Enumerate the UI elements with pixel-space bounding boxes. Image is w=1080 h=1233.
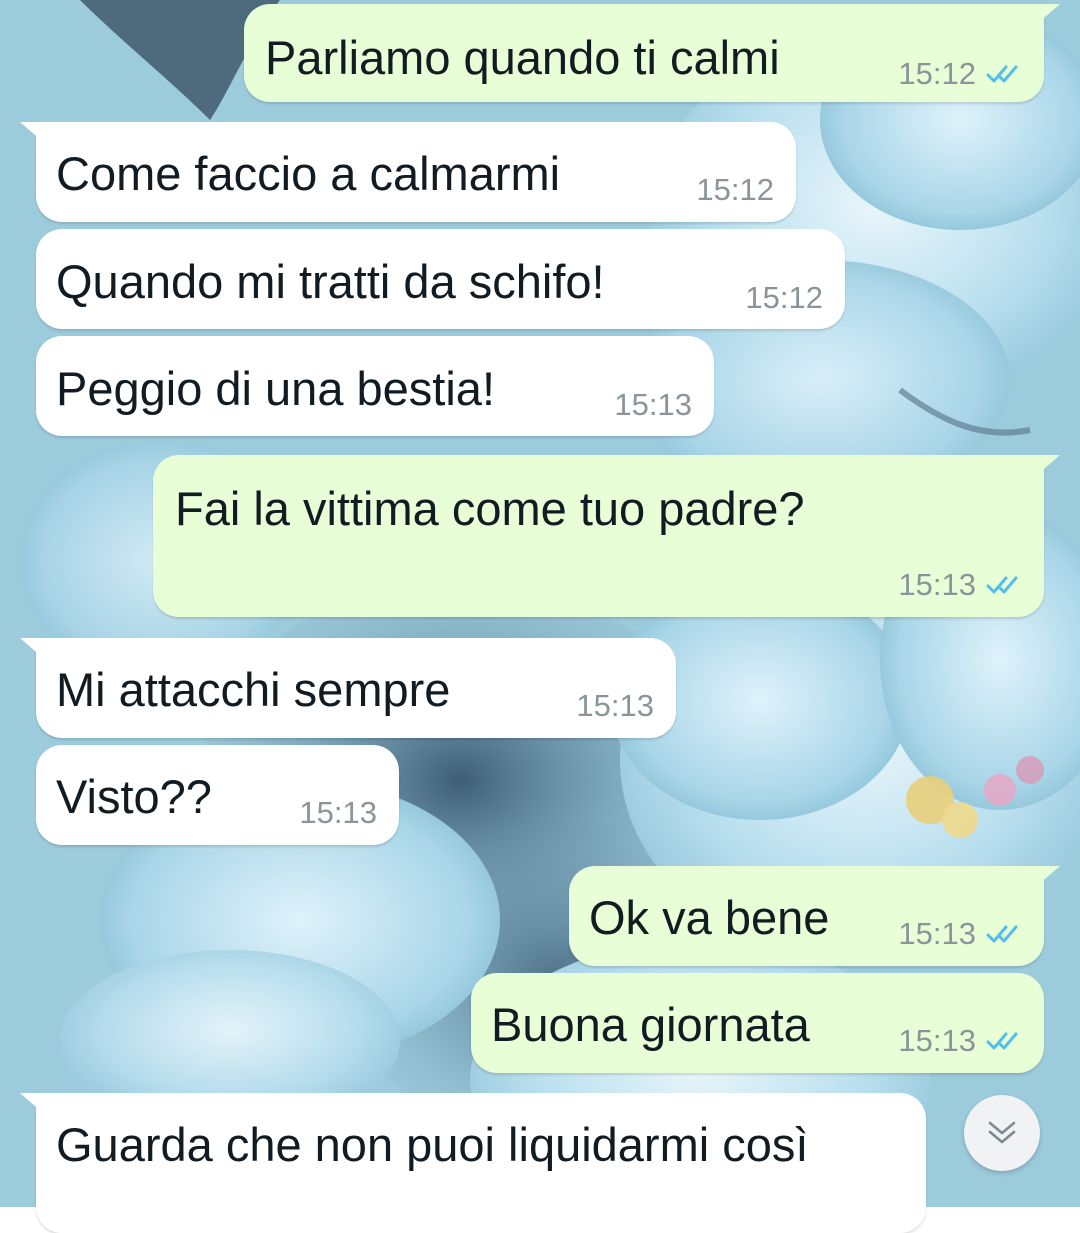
message-text: Buona giornata xyxy=(491,998,810,1051)
message-incoming[interactable]: Quando mi tratti da schifo! 15:12 xyxy=(36,229,845,329)
bubble-tail xyxy=(1030,455,1060,481)
double-check-icon xyxy=(986,925,1018,942)
message-outgoing[interactable]: Buona giornata 15:13 xyxy=(471,973,1044,1073)
message-time: 15:13 xyxy=(576,688,654,723)
message-incoming[interactable]: Visto?? 15:13 xyxy=(36,745,399,845)
message-time: 15:13 xyxy=(299,795,377,830)
double-check-icon xyxy=(986,65,1018,82)
double-check-icon xyxy=(986,1032,1018,1049)
message-list[interactable]: Parliamo quando ti calmi 15:12 Come facc… xyxy=(0,0,1080,1233)
bubble-tail xyxy=(20,1093,50,1119)
bubble-tail xyxy=(20,638,50,664)
message-outgoing[interactable]: Ok va bene 15:13 xyxy=(569,866,1060,966)
message-outgoing[interactable]: Fai la vittima come tuo padre? 15:13 xyxy=(153,455,1060,617)
message-text: Quando mi tratti da schifo! xyxy=(56,255,605,308)
bubble-tail xyxy=(1030,4,1060,30)
bubble-tail xyxy=(1030,866,1060,892)
message-time: 15:12 xyxy=(898,56,976,91)
message-time: 15:13 xyxy=(898,1023,976,1058)
message-text: Mi attacchi sempre xyxy=(56,663,451,716)
message-text: Fai la vittima come tuo padre? xyxy=(175,482,805,535)
scroll-to-bottom-button[interactable] xyxy=(964,1095,1040,1171)
message-time: 15:12 xyxy=(745,280,823,315)
message-text: Visto?? xyxy=(56,770,212,823)
message-text: Guarda che non puoi liquidarmi così xyxy=(56,1118,809,1171)
message-time: 15:13 xyxy=(898,567,976,602)
message-text: Parliamo quando ti calmi xyxy=(265,31,780,84)
message-incoming[interactable]: Mi attacchi sempre 15:13 xyxy=(20,638,676,738)
message-time: 15:12 xyxy=(696,172,774,207)
message-text: Ok va bene xyxy=(589,891,830,944)
message-outgoing[interactable]: Parliamo quando ti calmi 15:12 xyxy=(244,4,1060,102)
message-incoming[interactable]: Come faccio a calmarmi 15:12 xyxy=(20,122,796,222)
message-time: 15:13 xyxy=(898,916,976,951)
double-check-icon xyxy=(986,576,1018,593)
message-time: 15:13 xyxy=(614,387,692,422)
message-text: Come faccio a calmarmi xyxy=(56,147,561,200)
message-incoming[interactable]: Peggio di una bestia! 15:13 xyxy=(36,336,714,436)
message-text: Peggio di una bestia! xyxy=(56,362,495,415)
chevron-double-down-icon xyxy=(988,1121,1016,1144)
message-incoming[interactable]: Guarda che non puoi liquidarmi così xyxy=(20,1093,926,1233)
bubble-tail xyxy=(20,122,50,148)
